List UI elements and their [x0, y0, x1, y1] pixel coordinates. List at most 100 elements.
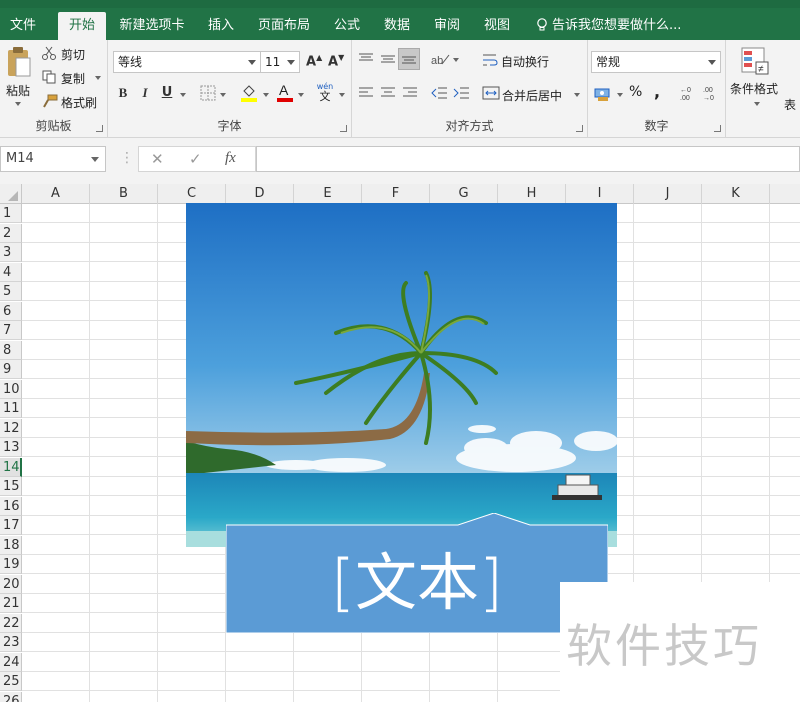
clipboard-launcher-icon[interactable] — [96, 125, 103, 132]
row-header-6[interactable]: 6 — [0, 301, 22, 321]
copy-dropdown-icon[interactable] — [95, 76, 101, 80]
merge-center-dropdown-icon[interactable] — [574, 93, 580, 97]
align-top-icon[interactable] — [358, 52, 374, 66]
tab-view[interactable]: 视图 — [476, 12, 518, 40]
italic-button[interactable]: I — [138, 85, 152, 101]
underline-dropdown-icon[interactable] — [180, 93, 186, 97]
paste-dropdown-icon[interactable] — [15, 102, 21, 106]
row-header-4[interactable]: 4 — [0, 262, 22, 282]
wrap-text-icon[interactable] — [482, 52, 498, 68]
row-header-14[interactable]: 14 — [0, 457, 22, 477]
merge-center-button[interactable]: 合并后居中 — [502, 87, 562, 104]
cancel-icon[interactable]: ✕ — [151, 150, 164, 168]
row-header-21[interactable]: 21 — [0, 594, 22, 613]
row-header-3[interactable]: 3 — [0, 243, 22, 262]
tab-page-layout[interactable]: 页面布局 — [252, 12, 316, 40]
tab-home[interactable]: 开始 — [58, 12, 106, 40]
copy-icon[interactable] — [42, 70, 56, 84]
percent-button[interactable]: % — [629, 84, 642, 100]
row-header-13[interactable]: 13 — [0, 438, 22, 457]
align-bottom-button[interactable] — [398, 48, 420, 70]
enter-icon[interactable]: ✓ — [189, 150, 202, 168]
row-header-22[interactable]: 22 — [0, 613, 22, 633]
column-header-h[interactable]: H — [498, 184, 566, 204]
format-painter-icon[interactable] — [42, 94, 58, 108]
alignment-launcher-icon[interactable] — [576, 125, 583, 132]
orientation-dropdown-icon[interactable] — [453, 58, 459, 62]
column-header-e[interactable]: E — [294, 184, 362, 204]
accounting-dropdown-icon[interactable] — [617, 93, 623, 97]
paste-label[interactable]: 粘贴 — [6, 82, 30, 99]
row-header-12[interactable]: 12 — [0, 418, 22, 438]
row-header-10[interactable]: 10 — [0, 379, 22, 399]
formula-bar-grip-icon[interactable]: ⋮ — [120, 150, 134, 166]
beach-picture[interactable] — [186, 203, 617, 547]
cut-button[interactable]: 剪切 — [61, 46, 85, 63]
align-center-icon[interactable] — [380, 86, 396, 100]
align-right-icon[interactable] — [402, 86, 418, 100]
wrap-text-button[interactable]: 自动换行 — [501, 53, 549, 70]
format-painter-button[interactable]: 格式刷 — [61, 94, 97, 111]
row-header-17[interactable]: 17 — [0, 516, 22, 535]
row-header-23[interactable]: 23 — [0, 633, 22, 652]
table-format-button-partial[interactable]: 表 — [784, 96, 796, 113]
row-header-11[interactable]: 11 — [0, 399, 22, 418]
fill-color-icon[interactable] — [240, 83, 258, 103]
decrease-decimal-icon[interactable]: .00→0 — [701, 84, 719, 102]
scissors-icon[interactable] — [42, 46, 56, 60]
tab-file[interactable]: 文件 — [4, 12, 42, 40]
column-header-j[interactable]: J — [634, 184, 702, 204]
underline-button[interactable]: U — [160, 85, 174, 100]
row-header-7[interactable]: 7 — [0, 321, 22, 340]
column-header-i[interactable]: I — [566, 184, 634, 204]
tell-me-box[interactable]: 告诉我您想要做什么... — [536, 12, 681, 40]
increase-decimal-icon[interactable]: ←0.00 — [678, 84, 696, 102]
conditional-format-button[interactable]: 条件格式 — [730, 80, 778, 97]
row-header-18[interactable]: 18 — [0, 535, 22, 555]
tab-new[interactable]: 新建选项卡 — [114, 12, 190, 40]
column-header-b[interactable]: B — [90, 184, 158, 204]
row-header-9[interactable]: 9 — [0, 360, 22, 379]
callout-textbox[interactable]: [文本] — [226, 513, 608, 633]
row-header-16[interactable]: 16 — [0, 496, 22, 516]
number-launcher-icon[interactable] — [714, 125, 721, 132]
orientation-icon[interactable]: ab — [430, 52, 450, 66]
decrease-indent-icon[interactable] — [430, 85, 448, 101]
borders-icon[interactable] — [200, 85, 216, 101]
phonetic-dropdown-icon[interactable] — [339, 93, 345, 97]
borders-dropdown-icon[interactable] — [220, 93, 226, 97]
align-left-icon[interactable] — [358, 86, 374, 100]
merge-center-icon[interactable] — [482, 85, 500, 101]
callout-text[interactable]: [文本] — [226, 533, 608, 633]
spreadsheet-grid[interactable]: ABCDEFGHIJK 1 2 3 4 5 6 7 8 9 10 11 12 13 14 15 16 17 18 1… — [0, 184, 800, 702]
name-box[interactable]: M14 — [0, 146, 106, 172]
column-header-d[interactable]: D — [226, 184, 294, 204]
decrease-font-button[interactable]: A▼ — [328, 53, 344, 69]
select-all-button[interactable] — [0, 184, 22, 204]
tab-data[interactable]: 数据 — [376, 12, 418, 40]
row-header-15[interactable]: 15 — [0, 477, 22, 496]
conditional-format-dropdown-icon[interactable] — [754, 102, 760, 106]
font-launcher-icon[interactable] — [340, 125, 347, 132]
number-format-select[interactable]: 常规 — [591, 51, 721, 73]
column-header-f[interactable]: F — [362, 184, 430, 204]
font-color-dropdown-icon[interactable] — [298, 93, 304, 97]
phonetic-guide-button[interactable]: wén 文 — [316, 82, 334, 102]
accounting-format-icon[interactable] — [594, 86, 612, 102]
comma-button[interactable]: , — [654, 82, 660, 101]
paste-icon[interactable] — [6, 46, 32, 78]
row-header-25[interactable]: 25 — [0, 672, 22, 691]
font-size-select[interactable]: 11 — [260, 51, 300, 73]
tab-insert[interactable]: 插入 — [200, 12, 242, 40]
align-middle-icon[interactable] — [380, 52, 396, 66]
copy-button[interactable]: 复制 — [61, 70, 85, 87]
tab-review[interactable]: 审阅 — [426, 12, 468, 40]
conditional-format-icon[interactable]: ≠ — [740, 46, 770, 76]
increase-font-button[interactable]: A▲ — [306, 53, 322, 69]
font-color-icon[interactable]: A — [276, 82, 294, 103]
fill-color-dropdown-icon[interactable] — [263, 93, 269, 97]
increase-indent-icon[interactable] — [452, 85, 470, 101]
row-header-20[interactable]: 20 — [0, 574, 22, 594]
row-header-1[interactable]: 1 — [0, 204, 22, 223]
row-header-24[interactable]: 24 — [0, 652, 22, 672]
